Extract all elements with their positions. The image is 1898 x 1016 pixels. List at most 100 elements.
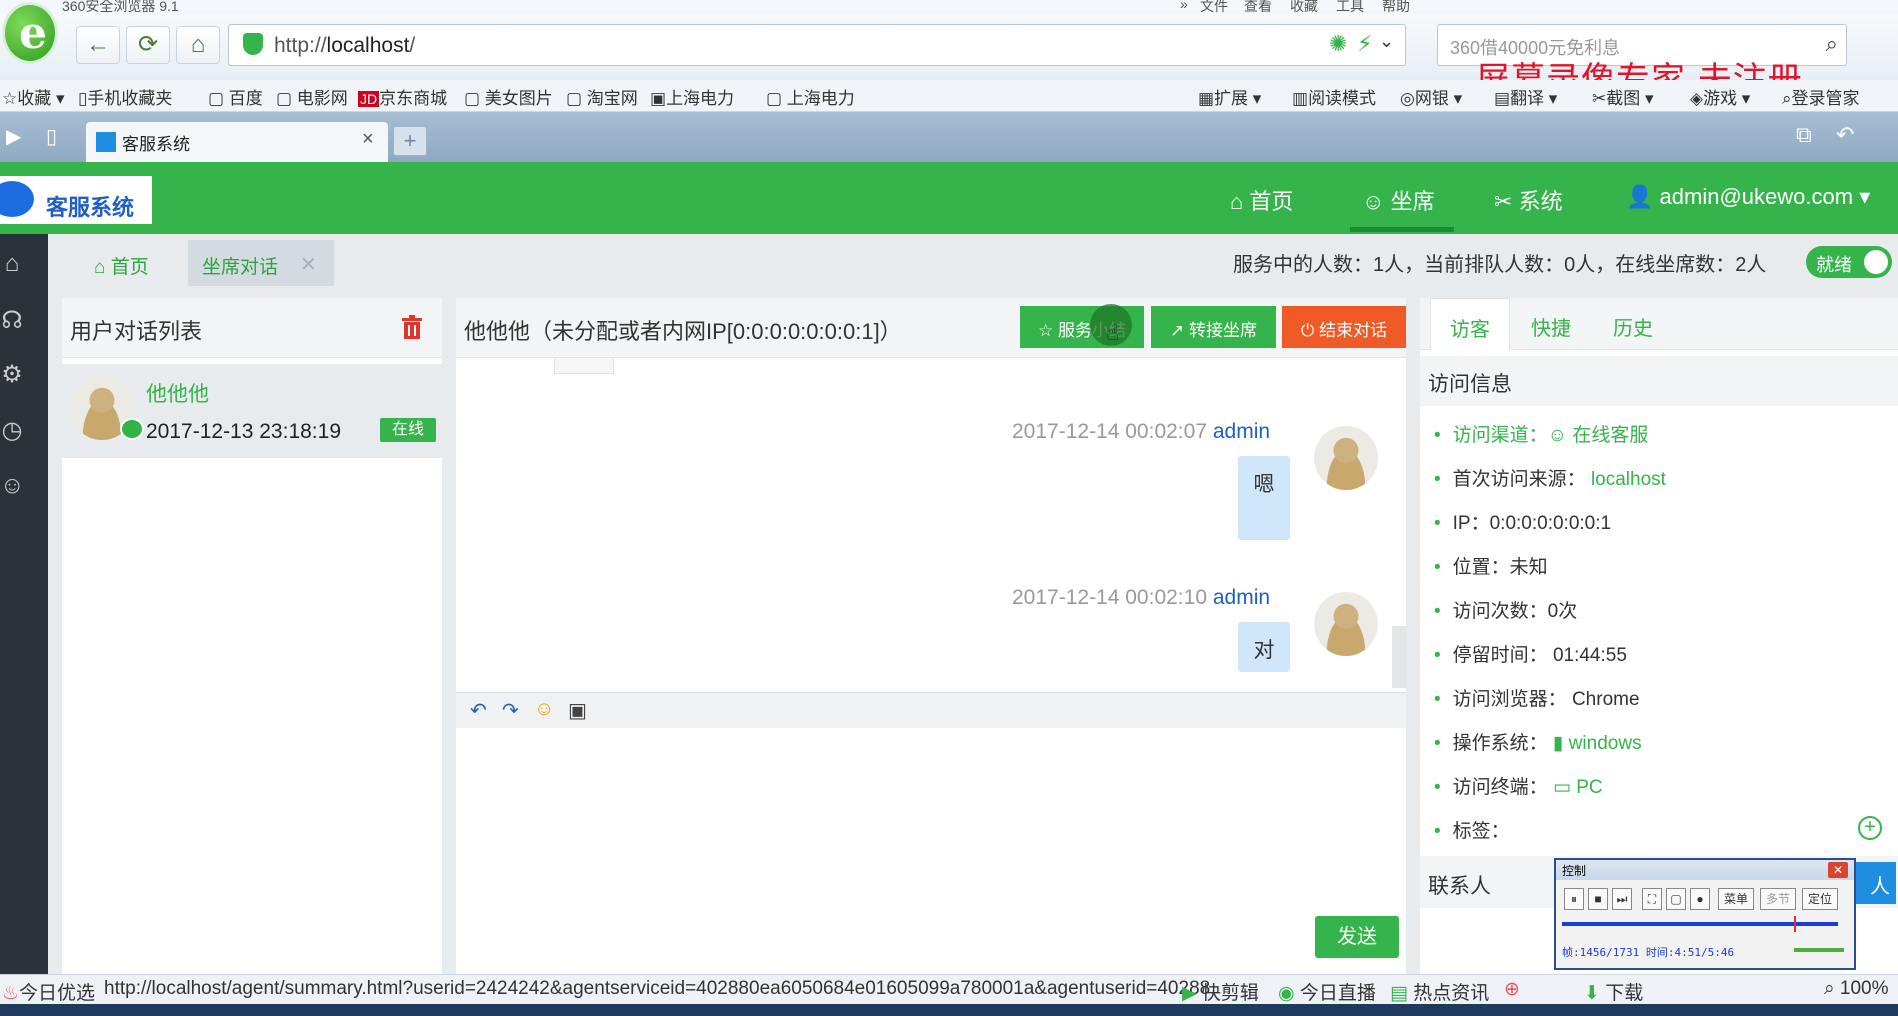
bookmark-movie[interactable]: ▢ 电影网 bbox=[276, 84, 348, 109]
ext-bank[interactable]: ◎网银 ▾ bbox=[1400, 84, 1462, 109]
message-input[interactable] bbox=[456, 728, 1406, 974]
rec-fullscreen-icon[interactable]: ⛶ bbox=[1642, 888, 1662, 910]
nav-user-menu[interactable]: 👤 admin@ukewo.com ▾ bbox=[1626, 184, 1870, 210]
ext-reader[interactable]: ▥阅读模式 bbox=[1292, 84, 1376, 109]
message-meta: 2017-12-14 00:02:10 admin bbox=[1012, 586, 1271, 609]
trash-icon[interactable] bbox=[400, 314, 424, 340]
live-icon: ◉ bbox=[1278, 983, 1295, 1004]
refresh-button[interactable]: ⟳ bbox=[126, 26, 170, 64]
back-button[interactable]: ← bbox=[76, 26, 120, 64]
bookmark-power-1[interactable]: ▣上海电力 bbox=[650, 84, 734, 109]
new-tab-button[interactable]: + bbox=[393, 126, 427, 156]
editor-toolbar bbox=[456, 692, 1406, 728]
chevron-down-icon[interactable]: ⌄ bbox=[1379, 31, 1394, 52]
window-icon[interactable]: ⧉ bbox=[1796, 122, 1812, 148]
emoji-icon[interactable]: ☺ bbox=[534, 698, 554, 721]
rec-progress-text: 帧:1456/1731 时间:4:51/5:46 bbox=[1562, 946, 1735, 959]
rec-stop-icon[interactable]: ■ bbox=[1588, 888, 1608, 910]
status-download[interactable]: ⬇ 下载 bbox=[1584, 978, 1643, 1005]
bookmark-baidu[interactable]: ▢ 百度 bbox=[208, 84, 263, 109]
chat-scrollbar[interactable] bbox=[1392, 626, 1406, 688]
ext-extend[interactable]: ▦扩展 ▾ bbox=[1198, 84, 1261, 109]
rec-volume-slider[interactable] bbox=[1794, 948, 1844, 952]
bookmark-taobao[interactable]: ▢ 淘宝网 bbox=[566, 84, 638, 109]
browser-tab-active[interactable]: 客服系统 bbox=[86, 122, 388, 162]
send-button[interactable]: 发送 bbox=[1315, 916, 1399, 958]
message-bubble: 对 bbox=[1238, 622, 1290, 672]
add-tag-icon[interactable]: + bbox=[1858, 816, 1882, 840]
bookmark-pictures[interactable]: ▢ 美女图片 bbox=[464, 84, 553, 109]
breadcrumb-home[interactable]: ⌂ 首页 bbox=[94, 240, 184, 286]
tab-visitor[interactable]: 访客 bbox=[1430, 298, 1510, 350]
end-chat-button[interactable]: ⏻ 结束对话 bbox=[1282, 306, 1406, 348]
rec-multi-button[interactable]: 多节 bbox=[1760, 888, 1796, 910]
rec-progress-track[interactable] bbox=[1562, 922, 1838, 926]
nav-system[interactable]: ✂ 系统 bbox=[1494, 184, 1563, 216]
home-button[interactable]: ⌂ bbox=[176, 26, 220, 64]
tab-quick[interactable]: 快捷 bbox=[1516, 298, 1586, 350]
os-taskbar bbox=[0, 1004, 1898, 1016]
user-list-title: 用户对话列表 bbox=[70, 319, 203, 344]
address-bar[interactable]: http://localhost/ ✺ ⚡ ⌄ bbox=[228, 24, 1406, 66]
rec-pause-icon[interactable]: ⏸ bbox=[1564, 888, 1584, 910]
tab-history[interactable]: 历史 bbox=[1598, 298, 1668, 350]
status-zoom[interactable]: ⌕ 100% bbox=[1824, 978, 1889, 1000]
nav-home[interactable]: ⌂ 首页 bbox=[1230, 184, 1293, 216]
user-time: 2017-12-13 23:18:19 bbox=[146, 420, 341, 443]
bookmark-jd[interactable]: JD 京东商城 bbox=[358, 84, 447, 109]
tab-title: 客服系统 bbox=[122, 135, 190, 154]
news-icon: ▤ bbox=[1390, 983, 1408, 1004]
tab-list-icon[interactable]: ▯ bbox=[46, 124, 57, 149]
rec-progress-marker[interactable] bbox=[1793, 916, 1796, 932]
rail-user-icon[interactable]: ☺ bbox=[0, 472, 25, 500]
search-icon[interactable]: ⌕ bbox=[1826, 31, 1838, 57]
bookmark-mobile[interactable]: ▯手机收藏夹 bbox=[78, 84, 172, 109]
rec-window-icon[interactable]: ▢ bbox=[1666, 888, 1686, 910]
browser-title-bar: 360安全浏览器 9.1 » 文件 查看 收藏 工具 帮助 bbox=[0, 0, 1898, 14]
undo-close-icon[interactable]: ↶ bbox=[1836, 122, 1854, 148]
redo-icon[interactable]: ↷ bbox=[502, 698, 519, 723]
rail-history-icon[interactable]: ◷ bbox=[0, 416, 24, 445]
ext-login-manager[interactable]: ⌕登录管家 bbox=[1782, 84, 1860, 109]
status-today-picks[interactable]: ♨今日优选 bbox=[2, 978, 95, 1005]
message-meta: 2017-12-14 00:02:07 admin bbox=[1012, 420, 1271, 443]
rail-chat-icon[interactable]: ☊ bbox=[0, 306, 24, 335]
bookmark-power-2[interactable]: ▢ 上海电力 bbox=[766, 84, 855, 109]
undo-icon[interactable]: ↶ bbox=[470, 698, 487, 723]
ext-games[interactable]: ◈游戏 ▾ bbox=[1690, 84, 1750, 109]
info-location: • 位置：未知 bbox=[1434, 557, 1548, 578]
rec-menu-button[interactable]: 菜单 bbox=[1718, 888, 1754, 910]
status-hot-news[interactable]: ▤ 热点资讯 bbox=[1390, 978, 1489, 1005]
ext-screenshot[interactable]: ✂截图 ▾ bbox=[1592, 84, 1654, 109]
image-icon[interactable]: ▣ bbox=[568, 698, 587, 723]
info-terminal: • 访问终端： ▭ PC bbox=[1434, 777, 1603, 798]
status-quick-edit[interactable]: ▶ 快剪辑 bbox=[1182, 978, 1259, 1005]
breadcrumb-close-icon[interactable]: ✕ bbox=[300, 252, 317, 277]
rec-next-icon[interactable]: ⏭ bbox=[1612, 888, 1632, 910]
download-icon: ⬇ bbox=[1584, 983, 1600, 1004]
rec-cursor-icon[interactable]: ● bbox=[1690, 888, 1710, 910]
ext-translate[interactable]: ▤翻译 ▾ bbox=[1494, 84, 1557, 109]
recorder-close-icon[interactable]: ✕ bbox=[1828, 862, 1848, 878]
lightning-icon[interactable]: ⚡ bbox=[1357, 31, 1372, 57]
chat-bubble-icon: ☺ bbox=[1547, 425, 1573, 446]
tab-close-icon[interactable]: × bbox=[362, 128, 374, 151]
logo-text: 客服系统 bbox=[46, 195, 135, 221]
rail-gear-icon[interactable]: ⚙ bbox=[0, 360, 24, 389]
rail-home-icon[interactable]: ⌂ bbox=[0, 250, 24, 278]
sidebar-toggle-icon[interactable]: ▶ bbox=[6, 124, 21, 149]
bookmark-favorites[interactable]: ☆收藏 ▾ bbox=[2, 84, 65, 109]
status-extra-icon[interactable]: ⊕ bbox=[1504, 978, 1520, 1001]
status-live[interactable]: ◉ 今日直播 bbox=[1278, 978, 1376, 1005]
previous-message-stub bbox=[554, 358, 614, 374]
ready-status-toggle[interactable]: 就绪 bbox=[1806, 246, 1892, 278]
rec-locate-button[interactable]: 定位 bbox=[1802, 888, 1838, 910]
transfer-agent-button[interactable]: ↗ 转接坐席 bbox=[1151, 306, 1276, 348]
home-icon: ⌂ bbox=[1230, 189, 1244, 214]
nav-agent[interactable]: ☺ 坐席 bbox=[1362, 184, 1435, 216]
menu-more[interactable]: » bbox=[1180, 0, 1188, 12]
info-os: • 操作系统： ▮ windows bbox=[1434, 733, 1642, 754]
info-source: • 首次访问来源： localhost bbox=[1434, 469, 1666, 490]
monitor-icon: ▭ bbox=[1552, 777, 1571, 798]
recorder-title: 控制 bbox=[1556, 860, 1854, 880]
